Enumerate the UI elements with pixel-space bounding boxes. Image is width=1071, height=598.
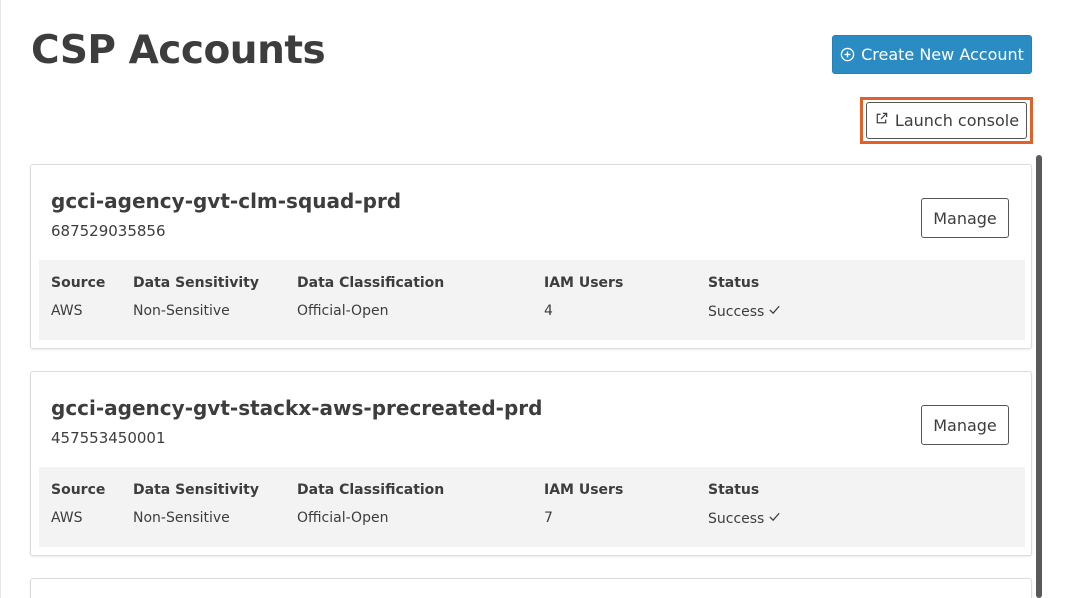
left-border [0,0,1,598]
account-card: gcci-agency-gvt-clm-squad-prd 6875290358… [30,164,1032,349]
checkmark-icon [768,303,781,320]
classification-value: Official-Open [297,510,389,526]
account-id: 687529035856 [51,222,166,240]
iam-users-header: IAM Users [544,482,624,498]
account-card-partial [30,578,1032,598]
launch-console-label: Launch console [894,111,1020,130]
checkmark-icon [768,510,781,527]
sensitivity-column: Data Sensitivity Non-Sensitive [133,482,259,526]
classification-header: Data Classification [297,275,445,291]
classification-column: Data Classification Official-Open [297,275,444,319]
account-details-panel: Source AWS Data Sensitivity Non-Sensitiv… [39,467,1025,547]
sensitivity-column: Data Sensitivity Non-Sensitive [133,275,259,319]
source-value: AWS [51,303,83,319]
sensitivity-header: Data Sensitivity [133,482,259,498]
iam-users-value: 4 [544,303,553,319]
classification-value: Official-Open [297,303,389,319]
status-header: Status [708,482,760,498]
status-column: Status Success [708,275,781,320]
source-header: Source [51,275,106,291]
create-new-account-button[interactable]: Create New Account [832,35,1032,74]
sensitivity-value: Non-Sensitive [133,510,230,526]
classification-header: Data Classification [297,482,445,498]
classification-column: Data Classification Official-Open [297,482,444,526]
source-header: Source [51,482,106,498]
status-value: Success [708,303,765,320]
create-new-account-label: Create New Account [861,45,1024,64]
sensitivity-value: Non-Sensitive [133,303,230,319]
iam-users-header: IAM Users [544,275,624,291]
status-value: Success [708,510,765,527]
page-title: CSP Accounts [31,28,326,73]
iam-users-column: IAM Users 4 [544,275,623,319]
account-details-panel: Source AWS Data Sensitivity Non-Sensitiv… [39,260,1025,340]
manage-button[interactable]: Manage [921,198,1009,238]
iam-users-value: 7 [544,510,553,526]
plus-circle-icon [840,47,855,62]
status-header: Status [708,275,760,291]
source-column: Source AWS [51,275,105,319]
status-column: Status Success [708,482,781,527]
account-name: gcci-agency-gvt-clm-squad-prd [51,189,402,213]
account-id: 457553450001 [51,429,166,447]
iam-users-column: IAM Users 7 [544,482,623,526]
source-value: AWS [51,510,83,526]
account-card: gcci-agency-gvt-stackx-aws-precreated-pr… [30,371,1032,556]
external-link-icon [874,111,889,130]
csp-accounts-page: CSP Accounts Create New Account Launch c… [0,0,1071,598]
launch-console-button[interactable]: Launch console [866,102,1027,139]
manage-button[interactable]: Manage [921,405,1009,445]
source-column: Source AWS [51,482,105,526]
account-name: gcci-agency-gvt-stackx-aws-precreated-pr… [51,396,543,420]
vertical-scrollbar[interactable] [1036,155,1042,598]
sensitivity-header: Data Sensitivity [133,275,259,291]
